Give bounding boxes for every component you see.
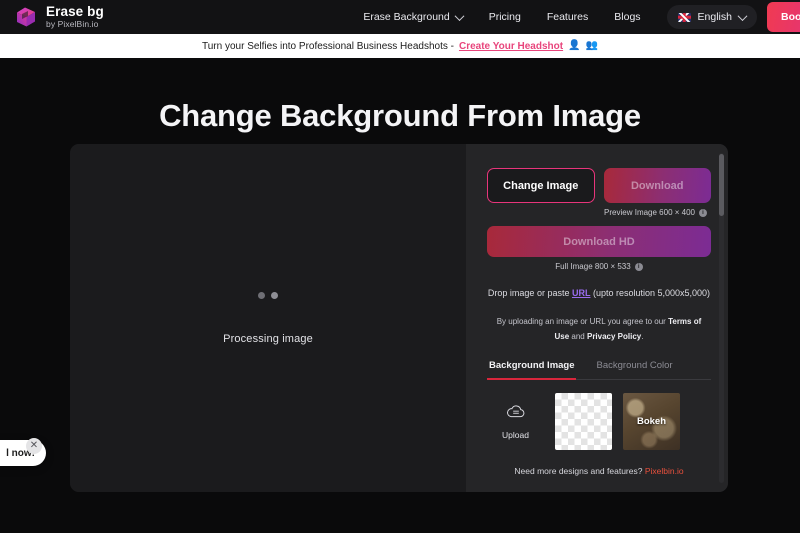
pixelbin-link[interactable]: Pixelbin.io: [645, 466, 684, 476]
brand-logo[interactable]: Erase bg by PixelBin.io: [13, 4, 104, 30]
tab-background-image[interactable]: Background Image: [489, 360, 575, 380]
people-icon: 👥: [585, 40, 598, 51]
nav-label: Features: [546, 11, 589, 23]
person-icon: 👤: [568, 40, 581, 51]
nav-item-features[interactable]: Features: [547, 11, 588, 23]
language-label: English: [697, 11, 732, 23]
background-tabs: Background Image Background Color: [487, 360, 711, 381]
nav-item-blogs[interactable]: Blogs: [614, 11, 640, 23]
terms-prefix: By uploading an image or URL you agree t…: [496, 316, 669, 326]
upload-cloud-icon: [506, 404, 526, 424]
drop-hint-suffix: (upto resolution 5,000x5,000): [590, 288, 711, 298]
nav-item-pricing[interactable]: Pricing: [489, 11, 521, 23]
info-icon[interactable]: i: [699, 208, 707, 217]
info-icon[interactable]: i: [634, 262, 643, 271]
more-designs-text: Need more designs and features?: [514, 466, 645, 477]
bokeh-background-thumbnail[interactable]: Bokeh: [623, 393, 680, 451]
primary-actions-row: Change Image Download: [487, 168, 711, 203]
full-size-caption: Full Image 800 × 533 i: [487, 262, 711, 271]
processing-status-text: Processing image: [223, 332, 313, 345]
tab-background-color[interactable]: Background Color: [597, 360, 673, 380]
nav-label: Erase Background: [363, 11, 450, 23]
bokeh-label: Bokeh: [636, 416, 667, 428]
banner-cta-link[interactable]: Create Your Headshot: [459, 41, 563, 52]
transparent-background-thumbnail[interactable]: [555, 393, 612, 451]
upload-background-button[interactable]: Upload: [487, 393, 544, 450]
chevron-down-icon: [454, 10, 465, 21]
main-navigation: Erase Background Pricing Features Blogs …: [363, 2, 800, 32]
change-image-button[interactable]: Change Image: [487, 168, 595, 203]
promo-banner: Turn your Selfies into Professional Busi…: [0, 34, 800, 58]
full-size-text: Full Image 800 × 533: [555, 262, 631, 271]
brand-subtitle: by PixelBin.io: [46, 19, 99, 30]
terms-separator: and: [569, 332, 587, 342]
more-designs-notice: Need more designs and features? Pixelbin…: [487, 466, 711, 476]
nav-label: Blogs: [614, 11, 641, 23]
preview-size-caption: Preview Image 600 × 400 i: [487, 208, 707, 217]
nav-label: Pricing: [488, 11, 521, 23]
terms-notice: By uploading an image or URL you agree t…: [487, 314, 711, 344]
editor-container: Processing image Change Image Download P…: [70, 144, 728, 492]
tools-panel: Change Image Download Preview Image 600 …: [466, 144, 728, 492]
privacy-policy-link[interactable]: Privacy Policy: [587, 332, 641, 341]
download-button[interactable]: Download: [603, 168, 711, 203]
image-preview-pane[interactable]: Processing image: [70, 144, 466, 492]
book-a-demo-button[interactable]: Book a: [766, 2, 800, 32]
preview-size-text: Preview Image 600 × 400: [604, 208, 695, 217]
site-header: Erase bg by PixelBin.io Erase Background…: [0, 0, 800, 34]
chevron-down-icon: [737, 10, 748, 21]
download-hd-button[interactable]: Download HD: [487, 226, 711, 257]
banner-text: Turn your Selfies into Professional Busi…: [202, 40, 454, 52]
cube-logo-icon: [13, 4, 39, 30]
background-thumbnail-list: Upload Bokeh: [487, 393, 711, 451]
terms-suffix: .: [641, 332, 644, 342]
drop-image-hint: Drop image or paste URL (upto resolution…: [487, 286, 711, 301]
loading-dots-icon: [258, 291, 278, 299]
tabs-active-indicator: [487, 378, 576, 381]
page-title: Change Background From Image: [159, 98, 641, 133]
upload-label: Upload: [502, 429, 529, 440]
paste-url-link[interactable]: URL: [572, 288, 591, 298]
uk-flag-icon: [677, 12, 691, 22]
brand-title: Erase bg: [46, 3, 104, 19]
close-icon[interactable]: ✕: [26, 438, 42, 454]
panel-scrollbar-thumb[interactable]: [719, 154, 724, 216]
language-selector[interactable]: English: [666, 5, 757, 29]
drop-hint-prefix: Drop image or paste: [487, 288, 572, 298]
nav-item-erase-background[interactable]: Erase Background: [363, 10, 465, 23]
